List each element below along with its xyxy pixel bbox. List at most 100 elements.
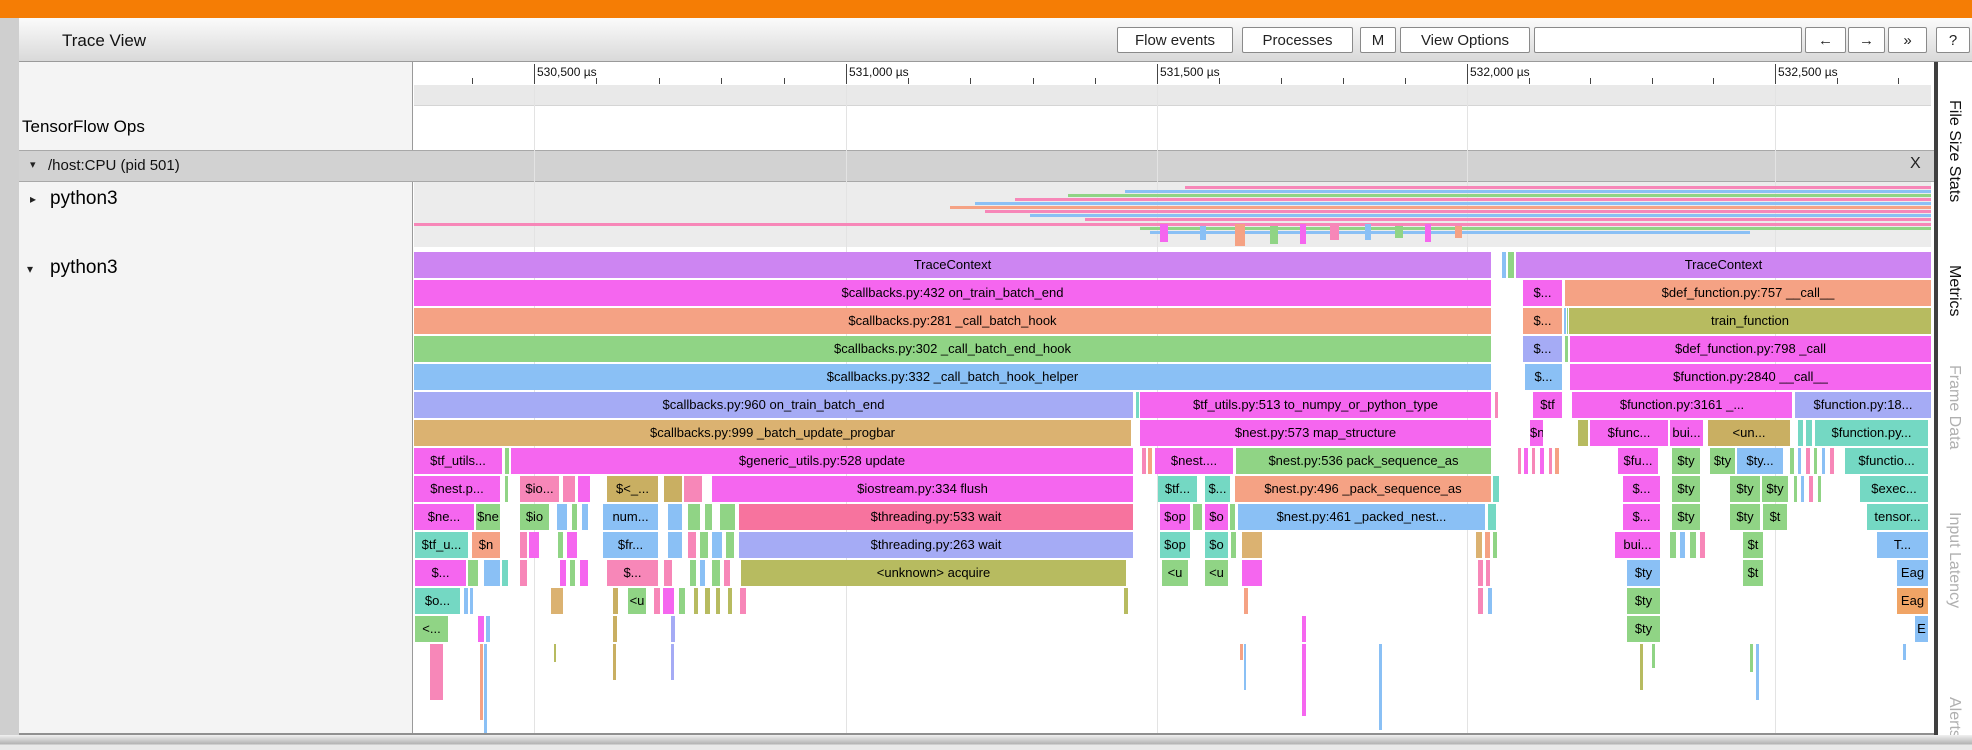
tab-metrics[interactable]: Metrics bbox=[1945, 265, 1963, 317]
trace-event-block[interactable]: <unknown> acquire bbox=[741, 560, 1126, 586]
trace-event-block[interactable] bbox=[1540, 448, 1544, 474]
nav-back-button[interactable]: ← bbox=[1805, 27, 1846, 53]
trace-event-block[interactable] bbox=[700, 532, 708, 558]
trace-event-block[interactable] bbox=[1798, 420, 1803, 446]
trace-event-block[interactable] bbox=[1193, 504, 1202, 530]
trace-event-block[interactable] bbox=[1790, 448, 1794, 474]
trace-event-sliver[interactable] bbox=[1379, 644, 1382, 730]
trace-event-block[interactable] bbox=[712, 532, 722, 558]
trace-event-block[interactable]: <... bbox=[415, 616, 448, 642]
view-options-button[interactable]: View Options bbox=[1400, 27, 1530, 53]
trace-event-sliver[interactable] bbox=[480, 644, 483, 720]
trace-event-block[interactable]: $op bbox=[1160, 532, 1190, 558]
trace-event-block[interactable]: $ty bbox=[1627, 616, 1660, 642]
trace-event-block[interactable]: $ty bbox=[1710, 448, 1735, 474]
sidebar-item-python3-collapsed[interactable]: python3 bbox=[50, 188, 118, 210]
trace-event-block[interactable] bbox=[582, 504, 588, 530]
trace-event-block[interactable] bbox=[1485, 532, 1490, 558]
trace-event-block[interactable]: <u bbox=[1162, 560, 1188, 586]
trace-event-block[interactable]: $def_function.py:798 _call bbox=[1570, 336, 1931, 362]
trace-event-block[interactable]: $ty bbox=[1672, 476, 1700, 502]
trace-event-block[interactable]: $threading.py:263 wait bbox=[739, 532, 1133, 558]
trace-event-sliver[interactable] bbox=[671, 644, 674, 680]
trace-event-block[interactable] bbox=[578, 476, 590, 502]
trace-event-sliver[interactable] bbox=[430, 644, 443, 700]
trace-event-block[interactable]: <u bbox=[1205, 560, 1228, 586]
trace-event-block[interactable] bbox=[1495, 392, 1498, 418]
trace-event-block[interactable] bbox=[1502, 252, 1506, 278]
trace-event-block[interactable] bbox=[484, 560, 500, 586]
trace-event-block[interactable] bbox=[1478, 588, 1483, 614]
trace-event-block[interactable]: $t bbox=[1763, 504, 1787, 530]
trace-event-block[interactable] bbox=[720, 504, 735, 530]
trace-event-block[interactable]: $ty bbox=[1627, 588, 1660, 614]
trace-event-block[interactable]: $... bbox=[1523, 336, 1562, 362]
trace-event-block[interactable]: $ne... bbox=[414, 504, 474, 530]
trace-event-block[interactable] bbox=[664, 560, 672, 586]
trace-event-block[interactable]: $ne bbox=[476, 504, 500, 530]
trace-event-block[interactable]: $function.py... bbox=[1815, 420, 1928, 446]
trace-event-block[interactable] bbox=[551, 588, 563, 614]
trace-event-block[interactable] bbox=[1830, 448, 1834, 474]
search-input[interactable] bbox=[1534, 27, 1802, 53]
trace-event-block[interactable]: $ty... bbox=[1737, 448, 1783, 474]
trace-event-block[interactable]: $func... bbox=[1590, 420, 1668, 446]
trace-event-block[interactable]: train_function bbox=[1569, 308, 1931, 334]
trace-event-block[interactable]: $ty bbox=[1627, 560, 1660, 586]
trace-event-block[interactable]: $tf_u... bbox=[415, 532, 468, 558]
trace-event-block[interactable] bbox=[1124, 588, 1128, 614]
trace-event-block[interactable]: $ty bbox=[1672, 504, 1700, 530]
trace-event-block[interactable]: $... bbox=[1525, 364, 1562, 390]
trace-event-block[interactable]: $callbacks.py:960 on_train_batch_end bbox=[414, 392, 1133, 418]
trace-event-sliver[interactable] bbox=[1652, 644, 1655, 668]
trace-event-block[interactable]: $... bbox=[1523, 280, 1562, 306]
trace-event-block[interactable]: $... bbox=[1623, 476, 1660, 502]
trace-event-sliver[interactable] bbox=[1240, 644, 1243, 660]
trace-event-block[interactable] bbox=[663, 588, 674, 614]
trace-event-block[interactable] bbox=[1242, 532, 1262, 558]
trace-event-block[interactable]: $o bbox=[1205, 504, 1228, 530]
trace-event-block[interactable]: $ty bbox=[1672, 448, 1700, 474]
trace-event-block[interactable] bbox=[558, 532, 563, 558]
trace-event-sliver[interactable] bbox=[1640, 644, 1643, 690]
trace-event-block[interactable] bbox=[671, 616, 675, 642]
chevron-down-icon[interactable]: ▾ bbox=[30, 158, 36, 171]
nav-forward-button[interactable]: → bbox=[1848, 27, 1885, 53]
trace-event-block[interactable]: $ty bbox=[1730, 476, 1760, 502]
trace-event-block[interactable]: $<_... bbox=[607, 476, 658, 502]
process-header-host-cpu[interactable] bbox=[19, 150, 1934, 182]
trace-event-block[interactable] bbox=[688, 532, 696, 558]
trace-event-sliver[interactable] bbox=[1756, 644, 1759, 700]
trace-event-block[interactable] bbox=[705, 588, 710, 614]
trace-event-block[interactable] bbox=[684, 476, 702, 502]
trace-event-block[interactable]: $callbacks.py:999 _batch_update_progbar bbox=[414, 420, 1131, 446]
trace-event-block[interactable]: $threading.py:533 wait bbox=[739, 504, 1133, 530]
trace-event-block[interactable] bbox=[679, 588, 685, 614]
trace-event-block[interactable] bbox=[1476, 532, 1482, 558]
trace-event-sliver[interactable] bbox=[484, 644, 487, 738]
nav-more-button[interactable]: » bbox=[1888, 27, 1927, 53]
trace-event-block[interactable] bbox=[1242, 560, 1262, 586]
trace-event-block[interactable]: $tf bbox=[1533, 392, 1562, 418]
trace-event-block[interactable] bbox=[668, 532, 682, 558]
trace-event-block[interactable] bbox=[1549, 448, 1552, 474]
trace-event-block[interactable]: Eag bbox=[1897, 560, 1928, 586]
trace-event-block[interactable]: tensor... bbox=[1867, 504, 1928, 530]
trace-event-block[interactable] bbox=[1567, 308, 1568, 334]
tab-alerts[interactable]: Alerts bbox=[1945, 697, 1963, 738]
trace-event-block[interactable]: $... bbox=[1205, 476, 1230, 502]
trace-event-block[interactable] bbox=[1806, 448, 1810, 474]
trace-event-block[interactable] bbox=[470, 588, 473, 614]
trace-event-block[interactable]: bui... bbox=[1670, 420, 1703, 446]
trace-event-block[interactable] bbox=[520, 560, 527, 586]
trace-event-sliver[interactable] bbox=[1244, 644, 1246, 690]
trace-event-block[interactable] bbox=[478, 616, 484, 642]
trace-event-block[interactable] bbox=[1493, 476, 1499, 502]
trace-event-block[interactable]: $callbacks.py:432 on_train_batch_end bbox=[414, 280, 1491, 306]
trace-event-block[interactable]: $functio... bbox=[1845, 448, 1928, 474]
processes-button[interactable]: Processes bbox=[1242, 27, 1353, 53]
trace-event-block[interactable]: $... bbox=[1523, 308, 1562, 334]
trace-event-block[interactable] bbox=[724, 560, 730, 586]
trace-event-block[interactable]: $fr... bbox=[603, 532, 658, 558]
trace-event-block[interactable] bbox=[1801, 476, 1804, 502]
